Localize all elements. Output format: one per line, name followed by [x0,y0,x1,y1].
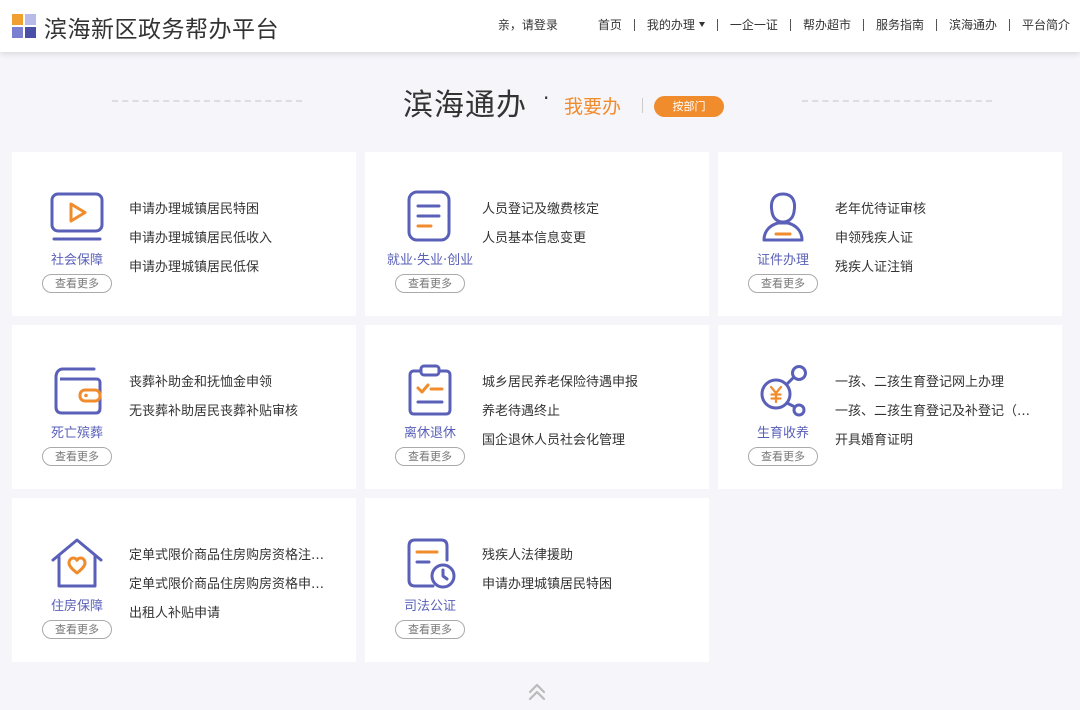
card-category[interactable]: 就业·失业·创业 [365,249,495,268]
list-item[interactable]: 老年优待证审核 [835,195,1050,224]
nav-home[interactable]: 首页 [586,16,634,33]
view-more-button[interactable]: 查看更多 [42,274,112,293]
nav-one-enterprise-one-cert[interactable]: 一企一证 [718,16,790,33]
list-item[interactable]: 申请办理城镇居民低收入 [129,224,344,253]
document-clock-icon [407,538,456,589]
service-card-employment: 就业·失业·创业 查看更多 人员登记及缴费核定 人员基本信息变更 [365,152,709,316]
list-item[interactable]: 人员登记及缴费核定 [482,195,697,224]
house-heart-icon [51,538,103,588]
chevron-down-icon [698,22,705,27]
heading-divider-right [802,100,992,102]
heading-separator [642,98,643,113]
view-more-button[interactable]: 查看更多 [395,620,465,639]
by-department-button[interactable]: 按部门 [654,96,724,117]
card-item-list: 老年优待证审核 申领残疾人证 残疾人证注销 [835,195,1050,282]
view-more-button[interactable]: 查看更多 [748,447,818,466]
document-list-icon [407,190,451,242]
list-item[interactable]: 残疾人法律援助 [482,541,697,570]
service-card-judicial-notary: 司法公证 查看更多 残疾人法律援助 申请办理城镇居民特困 [365,498,709,662]
nav-platform-intro[interactable]: 平台简介 [1010,16,1070,33]
clipboard-check-icon [408,364,452,416]
list-item[interactable]: 国企退休人员社会化管理 [482,426,697,455]
list-item[interactable]: 申请办理城镇居民特困 [129,195,344,224]
person-badge-icon [762,192,804,242]
card-category[interactable]: 证件办理 [718,249,848,268]
list-item[interactable]: 城乡居民养老保险待遇申报 [482,368,697,397]
card-item-list: 丧葬补助金和抚恤金申领 无丧葬补助居民丧葬补贴审核 [129,368,344,426]
heading-subtitle: 我要办 [564,96,622,118]
list-item[interactable]: 丧葬补助金和抚恤金申领 [129,368,344,397]
heading-divider-left [112,100,302,102]
service-card-social-security: 社会保障 查看更多 申请办理城镇居民特困 申请办理城镇居民低收入 申请办理城镇居… [12,152,356,316]
site-title: 滨海新区政务帮办平台 [44,17,279,43]
top-bar: 滨海新区政务帮办平台 亲，请登录 首页 我的办理 一企一证 帮办超市 服务指南 … [0,0,1080,52]
nav-service-guide[interactable]: 服务指南 [864,16,936,33]
main-nav: 亲，请登录 首页 我的办理 一企一证 帮办超市 服务指南 滨海通办 平台简介 [498,16,1070,33]
list-item[interactable]: 申请办理城镇居民低保 [129,253,344,282]
wallet-icon [54,367,102,415]
card-category[interactable]: 社会保障 [12,249,142,268]
card-category[interactable]: 生育收养 [718,422,848,441]
list-item[interactable]: 养老待遇终止 [482,397,697,426]
nav-my-handling-label: 我的办理 [646,18,695,32]
service-card-birth-adoption: 生育收养 查看更多 一孩、二孩生育登记网上办理 一孩、二孩生育登记及补登记（… … [718,325,1062,489]
scroll-up-icon[interactable] [527,682,547,702]
view-more-button[interactable]: 查看更多 [42,447,112,466]
service-card-certificates: 证件办理 查看更多 老年优待证审核 申领残疾人证 残疾人证注销 [718,152,1062,316]
monitor-play-icon [50,192,104,241]
card-item-list: 一孩、二孩生育登记网上办理 一孩、二孩生育登记及补登记（… 开具婚育证明 [835,368,1050,455]
login-link[interactable]: 亲，请登录 [498,16,558,33]
list-item[interactable]: 一孩、二孩生育登记网上办理 [835,368,1050,397]
logo-icon [12,14,36,38]
service-card-housing: 住房保障 查看更多 定单式限价商品住房购房资格注… 定单式限价商品住房购房资格申… [12,498,356,662]
card-item-list: 人员登记及缴费核定 人员基本信息变更 [482,195,697,253]
list-item[interactable]: 一孩、二孩生育登记及补登记（… [835,397,1050,426]
view-more-button[interactable]: 查看更多 [42,620,112,639]
card-category[interactable]: 离休退休 [365,422,495,441]
nav-my-handling[interactable]: 我的办理 [635,16,717,33]
list-item[interactable]: 人员基本信息变更 [482,224,697,253]
service-card-retirement: 离休退休 查看更多 城乡居民养老保险待遇申报 养老待遇终止 国企退休人员社会化管… [365,325,709,489]
share-yen-icon [760,365,807,417]
list-item[interactable]: 无丧葬补助居民丧葬补贴审核 [129,397,344,426]
section-heading: 滨海通办 · 我要办 按部门 [0,80,1080,123]
list-item[interactable]: 残疾人证注销 [835,253,1050,282]
heading-dot: · [543,86,550,110]
view-more-button[interactable]: 查看更多 [395,447,465,466]
heading-title: 滨海通办 [403,88,527,123]
list-item[interactable]: 申领残疾人证 [835,224,1050,253]
list-item[interactable]: 开具婚育证明 [835,426,1050,455]
list-item[interactable]: 出租人补贴申请 [129,599,344,628]
card-category[interactable]: 司法公证 [365,595,495,614]
card-item-list: 城乡居民养老保险待遇申报 养老待遇终止 国企退休人员社会化管理 [482,368,697,455]
card-item-list: 残疾人法律援助 申请办理城镇居民特困 [482,541,697,599]
nav-binhai-tongban[interactable]: 滨海通办 [937,16,1009,33]
list-item[interactable]: 定单式限价商品住房购房资格注… [129,541,344,570]
card-category[interactable]: 住房保障 [12,595,142,614]
view-more-button[interactable]: 查看更多 [395,274,465,293]
nav-help-market[interactable]: 帮办超市 [791,16,863,33]
service-card-funeral: 死亡殡葬 查看更多 丧葬补助金和抚恤金申领 无丧葬补助居民丧葬补贴审核 [12,325,356,489]
card-item-list: 定单式限价商品住房购房资格注… 定单式限价商品住房购房资格申… 出租人补贴申请 [129,541,344,628]
view-more-button[interactable]: 查看更多 [748,274,818,293]
card-item-list: 申请办理城镇居民特困 申请办理城镇居民低收入 申请办理城镇居民低保 [129,195,344,282]
list-item[interactable]: 申请办理城镇居民特困 [482,570,697,599]
card-category[interactable]: 死亡殡葬 [12,422,142,441]
list-item[interactable]: 定单式限价商品住房购房资格申… [129,570,344,599]
